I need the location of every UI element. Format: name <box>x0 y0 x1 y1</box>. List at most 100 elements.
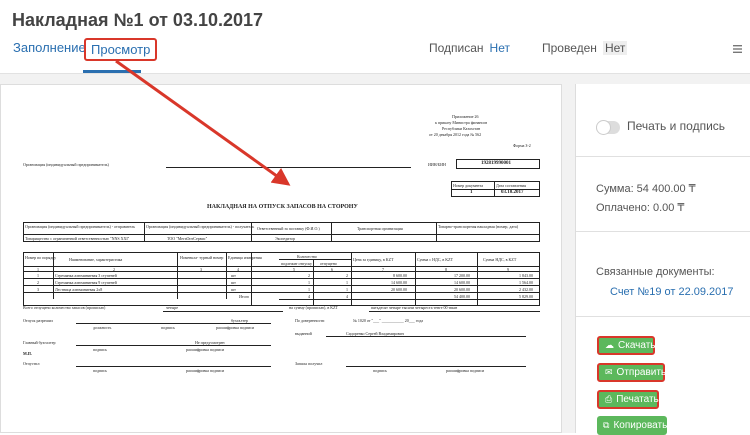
row-qty-released: 2 <box>346 273 348 278</box>
row-qty-release: 2 <box>308 273 310 278</box>
stamp-place: М.П. <box>23 351 32 356</box>
content-area: Приложение 26 к приказу Министра финансо… <box>0 74 750 435</box>
total-qty-release: 4 <box>308 294 310 299</box>
row-qty-released: 1 <box>346 280 348 285</box>
col-idx: 2 <box>113 267 115 272</box>
print-sign-label: Печать и подпись <box>627 119 726 133</box>
row-vat: 2 432.00 <box>519 287 533 292</box>
copy-button[interactable]: ⧉ Копировать <box>597 416 667 435</box>
copy-label: Копировать <box>613 420 668 431</box>
col-qty-release: подлежит отпуску <box>281 261 312 266</box>
row-name: Стремянка алюминиевая 3 ступеней <box>55 273 117 278</box>
row-sum: 14 600.00 <box>454 280 470 285</box>
total-vat: 5 829.00 <box>519 294 533 299</box>
row-unit: шт <box>231 273 236 278</box>
signed-label: Подписан <box>429 41 484 55</box>
col-idx: 9 <box>507 267 509 272</box>
total-sum: 54 400.00 <box>454 294 470 299</box>
col-unit: Единица измерения <box>228 255 262 260</box>
row-vat: 1 843.00 <box>519 273 533 278</box>
document-preview: Приложение 26 к приказу Министра финансо… <box>0 84 562 433</box>
form-number: Форма З-2 <box>513 143 531 148</box>
doc-date-label: Дата составления <box>496 183 526 188</box>
sum-words-label: на сумму (прописью), в KZT <box>289 305 338 310</box>
doc-title: НАКЛАДНАЯ НА ОТПУСК ЗАПАСОВ НА СТОРОНУ <box>207 204 358 210</box>
col-idx: 5 <box>293 267 295 272</box>
issued-label: выданной <box>295 331 312 336</box>
row-qty-release: 1 <box>308 280 310 285</box>
decoding-caption: расшифровка подписи <box>186 347 225 352</box>
row-price: 20 600.00 <box>391 287 407 292</box>
col-sum-vat: Сумма с НДС, в KZT <box>417 257 454 262</box>
print-button[interactable]: ⎙ Печатать <box>597 390 659 409</box>
tab-fill[interactable]: Заполнение <box>13 40 86 55</box>
menu-icon[interactable] <box>733 42 742 56</box>
page-title: Накладная №1 от 03.10.2017 <box>12 10 264 30</box>
total-label: Итого <box>239 294 250 299</box>
row-unit: шт <box>231 287 236 292</box>
toggle-knob <box>596 120 611 135</box>
appendix-line-3: Республики Казахстан <box>442 126 481 131</box>
row-unit: шт <box>231 280 236 285</box>
org-label: Организация (индивидуальный предпринимат… <box>23 162 109 167</box>
actions-sidebar: Печать и подпись Сумма: 54 400.00 ₸ Опла… <box>575 84 750 435</box>
signature-caption: подпись <box>161 325 175 330</box>
send-button[interactable]: ✉ Отправить <box>597 363 667 382</box>
proxy-label: По доверенности <box>295 318 325 323</box>
signed-value: Нет <box>489 41 510 55</box>
tab-view[interactable]: Просмотр <box>84 38 158 61</box>
decoding-caption: расшифровка подписи <box>446 368 485 373</box>
received-label: Запасы получил <box>295 361 323 366</box>
h-transport: Транспортная организация <box>357 226 403 231</box>
col-idx: 6 <box>331 267 333 272</box>
envelope-icon: ✉ <box>605 367 613 377</box>
sum-words: пятьдесят четыре тысячи четыреста тенге … <box>371 305 458 310</box>
col-vat: Сумма НДС, в KZT <box>483 257 517 262</box>
total-qty-released: 4 <box>346 294 348 299</box>
col-num: Номер по порядку <box>25 255 57 260</box>
col-price: Цена за единицу, в KZT <box>353 257 394 262</box>
row-name: Стремянка алюминиевая 9 ступеней <box>55 280 117 285</box>
row-num: 1 <box>37 273 39 278</box>
posted-label: Проведен <box>542 41 597 55</box>
release-permitted: Отпуск разрешил <box>23 318 53 323</box>
download-label: Скачать <box>618 340 656 351</box>
h-responsible: Ответственный за поставку (Ф.И.О.) <box>257 226 320 231</box>
h-receiver: Организация (индивидуальный предпринимат… <box>146 224 255 229</box>
linked-doc-link[interactable]: Счет №19 от 22.09.2017 <box>610 286 734 298</box>
appendix-line-1: Приложение 26 <box>452 114 479 119</box>
position-caption: должность <box>93 325 112 330</box>
print-sign-toggle[interactable] <box>596 120 620 135</box>
chief-accountant: Главный бухгалтер <box>23 340 56 345</box>
row-num: 3 <box>37 287 39 292</box>
signature-caption: подпись <box>93 368 107 373</box>
download-button[interactable]: ☁ Скачать ▾ <box>597 336 662 355</box>
receiver: ТОО "МегаОптСервис" <box>167 236 208 241</box>
sender: Товарищество с ограниченной ответственно… <box>25 236 130 241</box>
doc-date: 03.10.2017 <box>501 190 524 195</box>
row-sum: 17 200.00 <box>454 273 470 278</box>
released-by-label: Отпустил <box>23 361 40 366</box>
copy-icon: ⧉ <box>603 420 610 430</box>
send-label: Отправить <box>616 367 667 378</box>
h-sender: Организация (индивидуальный предпринимат… <box>25 224 136 229</box>
col-idx: 4 <box>237 267 239 272</box>
signature-caption: подпись <box>373 368 387 373</box>
col-qty: Количество <box>297 254 317 259</box>
row-qty-release: 1 <box>308 287 310 292</box>
col-qty-released: отпущено <box>320 261 337 266</box>
decoding-caption: расшифровка подписи <box>186 368 225 373</box>
col-idx: 7 <box>382 267 384 272</box>
row-sum: 20 600.00 <box>454 287 470 292</box>
printer-icon: ⎙ <box>605 394 613 404</box>
linked-docs-label: Связанные документы: <box>596 266 715 278</box>
row-price: 8 600.00 <box>393 273 407 278</box>
col-name: Наименование, характеристика <box>69 257 123 262</box>
cloud-download-icon: ☁ <box>605 340 614 350</box>
col-idx: 3 <box>200 267 202 272</box>
iin-value: 192819990001 <box>481 161 511 166</box>
doc-num: 1 <box>470 190 473 195</box>
row-name: Лестница алюминиевая 2x8 <box>55 287 103 292</box>
paid-text: Оплачено: 0.00 ₸ <box>596 202 685 214</box>
row-qty-released: 1 <box>346 287 348 292</box>
